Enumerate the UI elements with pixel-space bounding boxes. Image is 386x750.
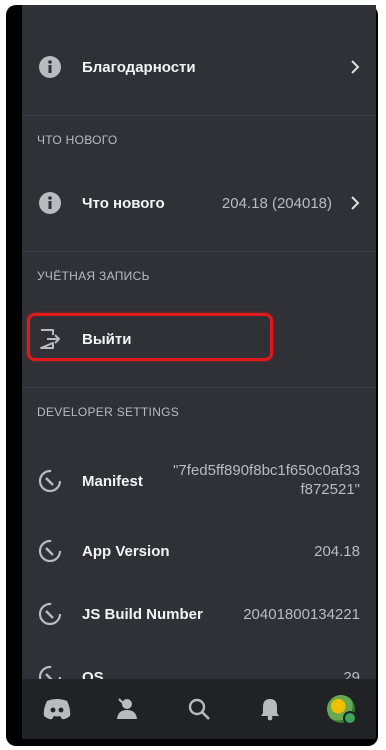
app-version-value: 204.18: [314, 542, 360, 560]
whats-new-row[interactable]: Что нового 204.18 (204018): [22, 179, 376, 227]
js-build-row[interactable]: JS Build Number 20401800134221: [22, 590, 376, 638]
friends-icon: [117, 698, 138, 719]
logout-highlight-frame: [27, 313, 273, 361]
online-status-icon: [342, 711, 357, 725]
avatar: [326, 695, 357, 725]
manifest-value: "7fed5ff890f8bc1f650c0af33f872521": [173, 462, 360, 498]
phone-frame: Благодарности ЧТО НОВОГО Что нового 204.…: [6, 5, 378, 746]
wrench-icon: [38, 539, 62, 563]
nav-notifications[interactable]: [250, 689, 290, 729]
search-icon: [188, 698, 210, 720]
app-version-label: App Version: [82, 542, 170, 560]
js-build-value: 20401800134221: [243, 605, 360, 623]
divider: [22, 115, 376, 116]
discord-logo-icon: [44, 699, 71, 720]
divider: [22, 387, 376, 388]
settings-screen: Благодарности ЧТО НОВОГО Что нового 204.…: [22, 5, 376, 739]
wrench-icon: [38, 469, 62, 493]
bell-icon: [260, 699, 279, 721]
wrench-icon: [38, 602, 62, 626]
chevron-right-icon: [351, 196, 360, 210]
info-icon: [39, 56, 61, 78]
nav-friends[interactable]: [108, 689, 148, 729]
divider: [22, 251, 376, 252]
whats-new-label: Что нового: [82, 194, 165, 212]
thanks-label: Благодарности: [82, 58, 196, 76]
app-version-row[interactable]: App Version 204.18: [22, 527, 376, 575]
manifest-label: Manifest: [82, 472, 143, 490]
section-header-developer: DEVELOPER SETTINGS: [37, 405, 180, 419]
section-header-whats-new: ЧТО НОВОГО: [37, 133, 118, 147]
chevron-right-icon: [351, 60, 360, 74]
js-build-label: JS Build Number: [82, 605, 203, 623]
thanks-row[interactable]: Благодарности: [22, 43, 376, 91]
info-icon: [39, 192, 61, 214]
version-value: 204.18 (204018): [221, 194, 332, 212]
section-header-account: УЧЁТНАЯ ЗАПИСЬ: [37, 269, 150, 283]
nav-search[interactable]: [179, 689, 219, 729]
nav-home[interactable]: [37, 689, 77, 729]
nav-profile[interactable]: [321, 689, 361, 729]
bottom-nav: [22, 679, 376, 739]
